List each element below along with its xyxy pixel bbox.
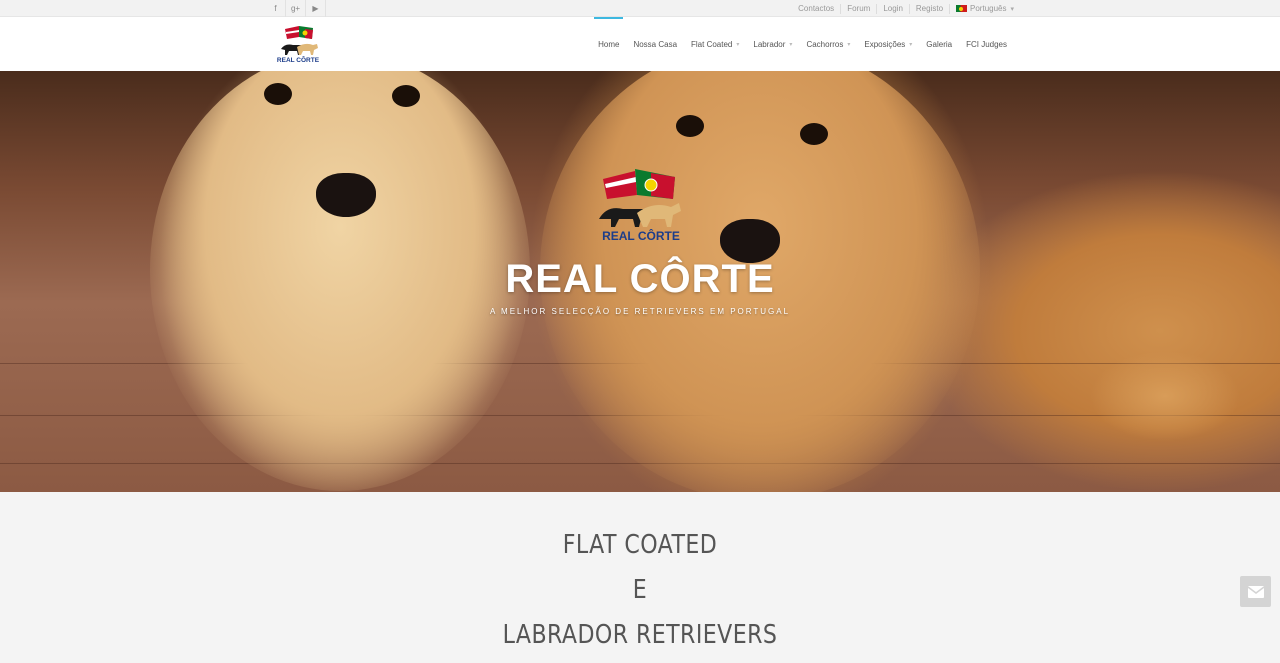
intro-section: FLAT COATED E LABRADOR RETRIEVERS [0, 492, 1280, 663]
top-links: Contactos Forum Login Registo Português … [792, 0, 1014, 17]
youtube-icon[interactable]: ▶ [306, 0, 326, 17]
envelope-icon [1247, 585, 1264, 598]
google-plus-icon[interactable]: g+ [286, 0, 306, 17]
contact-button[interactable] [1240, 576, 1271, 607]
nav-galeria[interactable]: Galeria [919, 17, 959, 71]
hero-banner: REAL CÔRTE REAL CÔRTE A MELHOR SELECÇÃO … [0, 71, 1280, 492]
language-label: Português [970, 4, 1007, 13]
chevron-down-icon: ▾ [847, 41, 851, 48]
nav-home[interactable]: Home [591, 17, 626, 71]
main-navbar: REAL CÔRTE Home Nossa Casa Flat Coated ▾ … [0, 17, 1280, 71]
hero-logo: REAL CÔRTE [599, 169, 681, 243]
top-utility-bar: f g+ ▶ Contactos Forum Login Registo Por… [0, 0, 1280, 17]
hero-title: REAL CÔRTE [505, 257, 775, 301]
nav-galeria-label: Galeria [926, 39, 953, 49]
nav-exposicoes-label: Exposições [864, 39, 906, 49]
main-nav: Home Nossa Casa Flat Coated ▾ Labrador ▾ C… [591, 17, 1014, 71]
hero-logo-text: REAL CÔRTE [602, 228, 680, 243]
site-logo[interactable]: REAL CÔRTE [275, 23, 321, 65]
nav-labrador-label: Labrador [753, 39, 786, 49]
intro-line-3: LABRADOR RETRIEVERS [502, 620, 778, 650]
chevron-down-icon: ▾ [1010, 5, 1014, 13]
nav-exposicoes[interactable]: Exposições ▾ [857, 17, 919, 71]
nav-nossa-casa-label: Nossa Casa [633, 39, 678, 49]
nav-fci-judges[interactable]: FCI Judges [959, 17, 1014, 71]
intro-line-2: E [632, 575, 648, 605]
nav-flat-coated[interactable]: Flat Coated ▾ [684, 17, 746, 71]
nav-cachorros[interactable]: Cachorros ▾ [799, 17, 857, 71]
social-links: f g+ ▶ [266, 0, 326, 17]
nav-labrador[interactable]: Labrador ▾ [746, 17, 799, 71]
chevron-down-icon: ▾ [909, 41, 913, 48]
chevron-down-icon: ▾ [789, 41, 793, 48]
nav-fci-judges-label: FCI Judges [966, 39, 1007, 49]
intro-line-1: FLAT COATED [562, 530, 718, 560]
hero-subtitle: A MELHOR SELECÇÃO DE RETRIEVERS EM PORTU… [489, 307, 791, 316]
registo-link[interactable]: Registo [910, 3, 951, 14]
login-link[interactable]: Login [877, 3, 910, 14]
nav-nossa-casa[interactable]: Nossa Casa [626, 17, 684, 71]
contactos-link[interactable]: Contactos [792, 3, 842, 14]
portugal-flag-icon [956, 5, 968, 12]
language-selector[interactable]: Português ▾ [950, 4, 1014, 13]
nav-flat-coated-label: Flat Coated [691, 39, 733, 49]
nav-home-label: Home [598, 39, 620, 49]
logo-text: REAL CÔRTE [277, 55, 320, 64]
nav-cachorros-label: Cachorros [806, 39, 844, 49]
facebook-icon[interactable]: f [266, 0, 286, 17]
forum-link[interactable]: Forum [841, 3, 878, 14]
chevron-down-icon: ▾ [736, 41, 740, 48]
